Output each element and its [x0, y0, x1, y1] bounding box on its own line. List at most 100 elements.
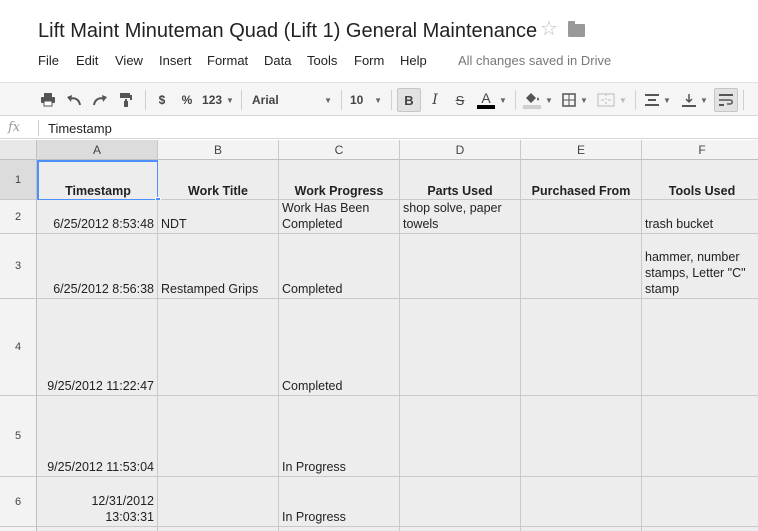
cell-d6[interactable]: [400, 477, 521, 527]
font-size-dropdown[interactable]: 10 ▼: [346, 88, 386, 112]
strikethrough-button[interactable]: S: [450, 88, 470, 112]
cell-f4[interactable]: [642, 299, 758, 396]
cell-a2[interactable]: 6/25/2012 8:53:48: [37, 200, 158, 234]
paint-format-icon[interactable]: [116, 88, 136, 112]
print-icon[interactable]: [38, 88, 58, 112]
cell-c4[interactable]: Completed: [279, 299, 400, 396]
menu-insert[interactable]: Insert: [159, 53, 192, 68]
cell-e4[interactable]: [521, 299, 642, 396]
formula-divider: [38, 120, 39, 136]
fill-color-button[interactable]: ▼: [521, 88, 555, 112]
toolbar-divider: [635, 90, 636, 110]
row-header-4[interactable]: 4: [0, 299, 37, 396]
menu-file[interactable]: File: [38, 53, 59, 68]
cell-d7[interactable]: [400, 527, 521, 531]
menu-form[interactable]: Form: [354, 53, 384, 68]
cell-c7[interactable]: [279, 527, 400, 531]
wrap-text-icon: [719, 94, 733, 106]
row-header-7[interactable]: 7: [0, 527, 37, 531]
menu-tools[interactable]: Tools: [307, 53, 337, 68]
wrap-text-button[interactable]: [714, 88, 738, 112]
cell-b6[interactable]: [158, 477, 279, 527]
menu-view[interactable]: View: [115, 53, 143, 68]
column-header-a[interactable]: A: [37, 140, 158, 160]
cell-d2[interactable]: shop solve, paper towels: [400, 200, 521, 234]
cell-b7[interactable]: [158, 527, 279, 531]
column-header-c[interactable]: C: [279, 140, 400, 160]
cell-text: NDT: [161, 217, 187, 231]
cell-b5[interactable]: [158, 396, 279, 477]
cell-c1[interactable]: Work Progress: [279, 160, 400, 200]
cell-e1[interactable]: Purchased From: [521, 160, 642, 200]
borders-button[interactable]: ▼: [558, 88, 592, 112]
cell-b2[interactable]: NDT: [158, 200, 279, 234]
menu-format[interactable]: Format: [207, 53, 248, 68]
cell-b4[interactable]: [158, 299, 279, 396]
spreadsheet-grid: A B C D E F 1 2 3 4 5 6 7 Timestamp Work…: [0, 140, 758, 531]
row-header-6[interactable]: 6: [0, 477, 37, 527]
number-format-dropdown[interactable]: 123 ▼: [200, 88, 236, 112]
text-color-button[interactable]: A ▼: [475, 88, 509, 112]
cell-d3[interactable]: [400, 234, 521, 299]
column-header-e[interactable]: E: [521, 140, 642, 160]
cell-text: Work Title: [188, 184, 248, 198]
select-all-corner[interactable]: [0, 140, 37, 160]
column-header-f[interactable]: F: [642, 140, 758, 160]
cell-f5[interactable]: [642, 396, 758, 477]
cell-a3[interactable]: 6/25/2012 8:56:38: [37, 234, 158, 299]
cell-c5[interactable]: In Progress: [279, 396, 400, 477]
merge-cells-button[interactable]: ▼: [594, 88, 630, 112]
cell-f7[interactable]: [642, 527, 758, 531]
undo-icon[interactable]: [64, 88, 84, 112]
cell-e6[interactable]: [521, 477, 642, 527]
cell-e5[interactable]: [521, 396, 642, 477]
cell-text: Parts Used: [427, 184, 493, 198]
row-header-5[interactable]: 5: [0, 396, 37, 477]
cell-d1[interactable]: Parts Used: [400, 160, 521, 200]
formula-input[interactable]: Timestamp: [48, 121, 112, 136]
menu-help[interactable]: Help: [400, 53, 427, 68]
cell-f1[interactable]: Tools Used: [642, 160, 758, 200]
cell-text: Completed: [282, 282, 343, 296]
paint-bucket-icon: [523, 92, 542, 109]
italic-button[interactable]: I: [425, 88, 445, 112]
cell-a7[interactable]: [37, 527, 158, 531]
cell-f2[interactable]: trash bucket: [642, 200, 758, 234]
cell-e7[interactable]: [521, 527, 642, 531]
cell-c3[interactable]: Completed: [279, 234, 400, 299]
cell-b3[interactable]: Restamped Grips: [158, 234, 279, 299]
redo-icon[interactable]: [90, 88, 110, 112]
bold-button[interactable]: B: [397, 88, 421, 112]
document-title[interactable]: Lift Maint Minuteman Quad (Lift 1) Gener…: [38, 20, 537, 43]
star-icon[interactable]: ☆: [540, 19, 558, 39]
horizontal-align-button[interactable]: ▼: [641, 88, 675, 112]
cell-a1[interactable]: Timestamp: [37, 160, 159, 201]
row-header-2[interactable]: 2: [0, 200, 37, 234]
row-header-3[interactable]: 3: [0, 234, 37, 299]
menu-edit[interactable]: Edit: [76, 53, 98, 68]
cell-f3[interactable]: hammer, number stamps, Letter "C" stamp: [642, 234, 758, 299]
cell-a4[interactable]: 9/25/2012 11:22:47: [37, 299, 158, 396]
cell-c2[interactable]: Work Has Been Completed: [279, 200, 400, 234]
vertical-align-button[interactable]: ▼: [678, 88, 712, 112]
folder-icon[interactable]: [568, 21, 585, 37]
column-header-b[interactable]: B: [158, 140, 279, 160]
cell-d5[interactable]: [400, 396, 521, 477]
cell-text: 6/25/2012 8:53:48: [53, 217, 154, 231]
cell-c6[interactable]: In Progress: [279, 477, 400, 527]
column-header-d[interactable]: D: [400, 140, 521, 160]
cell-a6[interactable]: 12/31/2012 13:03:31: [37, 477, 158, 527]
chevron-down-icon: ▼: [580, 95, 588, 105]
cell-e3[interactable]: [521, 234, 642, 299]
cell-d4[interactable]: [400, 299, 521, 396]
currency-format-button[interactable]: $: [153, 88, 171, 112]
font-size-label: 10: [350, 93, 364, 107]
menu-data[interactable]: Data: [264, 53, 291, 68]
row-header-1[interactable]: 1: [0, 160, 37, 200]
cell-a5[interactable]: 9/25/2012 11:53:04: [37, 396, 158, 477]
cell-e2[interactable]: [521, 200, 642, 234]
percent-format-button[interactable]: %: [178, 88, 196, 112]
cell-f6[interactable]: [642, 477, 758, 527]
cell-b1[interactable]: Work Title: [158, 160, 279, 200]
font-family-dropdown[interactable]: Arial ▼: [248, 88, 336, 112]
